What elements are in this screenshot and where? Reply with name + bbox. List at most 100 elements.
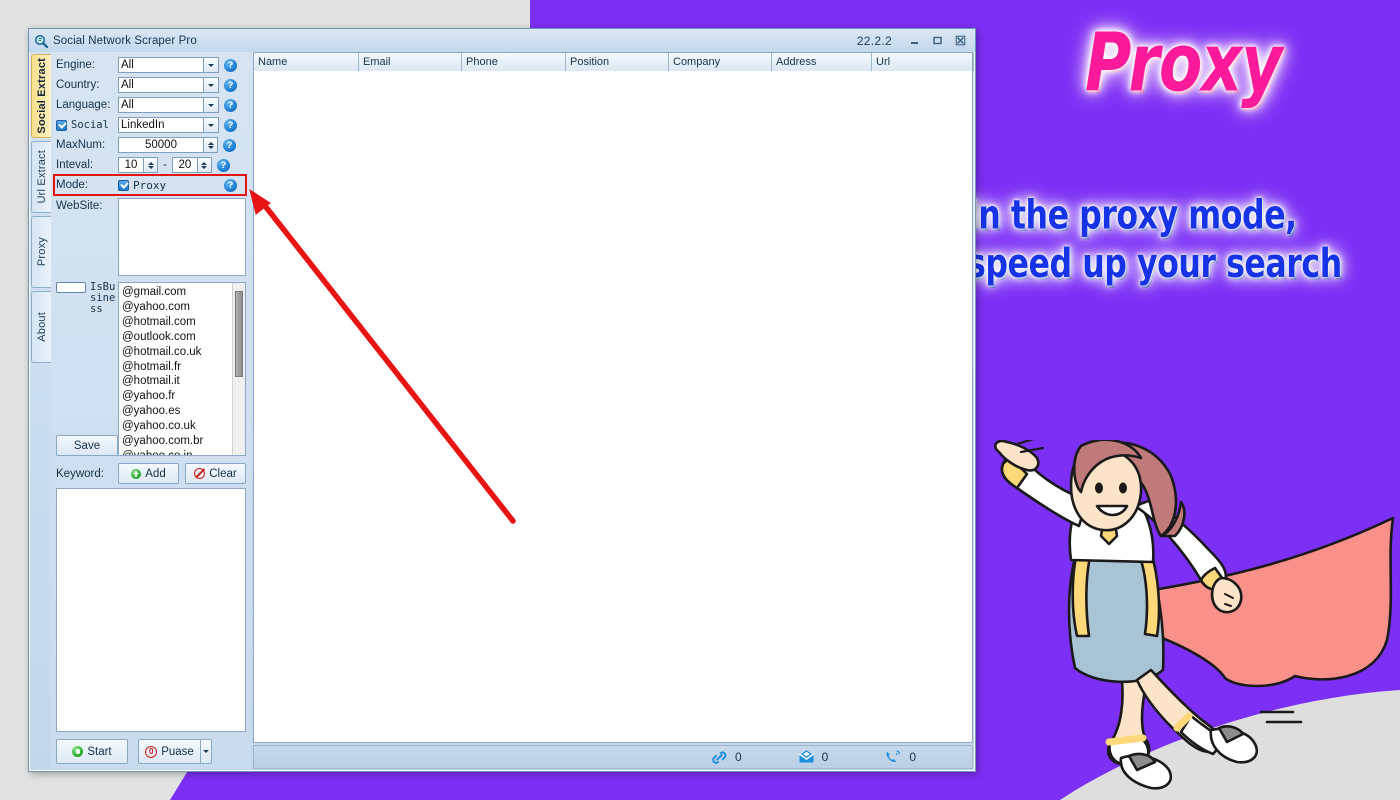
- list-item[interactable]: @gmail.com: [122, 285, 232, 300]
- save-button[interactable]: Save: [56, 435, 118, 456]
- phone-icon: [884, 749, 902, 765]
- column-header-name[interactable]: Name: [254, 53, 359, 71]
- status-count: 0: [909, 750, 916, 764]
- language-help-icon[interactable]: ?: [224, 98, 237, 112]
- plus-circle-icon: [131, 468, 142, 479]
- inteval-separator: -: [163, 159, 167, 171]
- list-item[interactable]: @yahoo.co.uk: [122, 419, 232, 434]
- config-panel: Engine: All ? Country: All ? Language: A…: [51, 52, 251, 769]
- keyword-textarea[interactable]: [56, 488, 246, 732]
- list-item[interactable]: @yahoo.com.br: [122, 434, 232, 449]
- keyword-label: Keyword:: [56, 467, 104, 480]
- social-checkbox[interactable]: [56, 119, 67, 131]
- window-title: Social Network Scraper Pro: [53, 34, 197, 47]
- link-icon: [711, 750, 728, 765]
- column-header-phone[interactable]: Phone: [462, 53, 566, 71]
- maxnum-help-icon[interactable]: ?: [223, 138, 236, 152]
- clear-keyword-button[interactable]: Clear: [185, 463, 246, 484]
- social-dropdown-chevron-down-icon[interactable]: [204, 117, 219, 133]
- sidebar-item-proxy[interactable]: Proxy: [31, 216, 51, 288]
- start-button[interactable]: Start: [56, 739, 128, 764]
- sidebar-item-label: Proxy: [35, 237, 48, 267]
- inteval-from-stepper[interactable]: [144, 157, 158, 173]
- column-header-company[interactable]: Company: [669, 53, 772, 71]
- version-label: 22.2.2: [856, 33, 892, 48]
- inteval-to-stepper[interactable]: [197, 157, 212, 173]
- inteval-from-input[interactable]: 10: [118, 157, 144, 173]
- country-dropdown-chevron-down-icon[interactable]: [204, 77, 219, 93]
- pause-dropdown-chevron-down-icon[interactable]: [200, 739, 212, 764]
- country-help-icon[interactable]: ?: [224, 78, 237, 92]
- email-domain-list[interactable]: @gmail.com @yahoo.com @hotmail.com @outlook…: [119, 283, 232, 455]
- pause-button[interactable]: 0 Puase: [138, 739, 200, 764]
- minimize-icon[interactable]: [904, 33, 925, 48]
- language-select-value[interactable]: All: [118, 97, 204, 113]
- maxnum-stepper[interactable]: [204, 137, 218, 153]
- list-item[interactable]: @hotmail.fr: [122, 360, 232, 375]
- sidebar-item-url-extract[interactable]: Url Extract: [31, 141, 51, 213]
- business-column: IsBusiness Save: [56, 282, 118, 456]
- mode-proxy-label: Proxy: [133, 178, 167, 192]
- list-item[interactable]: @hotmail.com: [122, 315, 232, 330]
- list-item[interactable]: @yahoo.co.in: [122, 449, 232, 455]
- envelope-icon: [798, 749, 815, 765]
- list-item[interactable]: @hotmail.co.uk: [122, 345, 232, 360]
- country-select-value[interactable]: All: [118, 77, 204, 93]
- inteval-help-icon[interactable]: ?: [216, 158, 230, 172]
- status-counter-envelope: 0: [798, 749, 828, 765]
- social-help-icon[interactable]: ?: [224, 118, 237, 132]
- engine-dropdown-chevron-down-icon[interactable]: [204, 57, 219, 73]
- column-header-url[interactable]: Url: [872, 53, 974, 71]
- list-item[interactable]: @yahoo.es: [122, 404, 232, 419]
- mode-proxy-checkbox-group[interactable]: Proxy: [118, 179, 219, 192]
- pause-label: Puase: [161, 745, 194, 758]
- window-titlebar[interactable]: Social Network Scraper Pro 22.2.2: [29, 29, 975, 52]
- clear-keyword-label: Clear: [209, 467, 237, 480]
- sidebar-item-label: Url Extract: [35, 150, 48, 204]
- play-circle-icon: [72, 746, 84, 757]
- stop-circle-icon: 0: [145, 745, 158, 758]
- engine-select-value[interactable]: All: [118, 57, 204, 73]
- promo-title: Proxy: [1085, 16, 1283, 110]
- inteval-label: Inteval:: [56, 159, 94, 171]
- list-item[interactable]: @yahoo.com: [122, 300, 232, 315]
- close-icon[interactable]: [950, 33, 971, 48]
- list-item[interactable]: @outlook.com: [122, 330, 232, 345]
- status-counter-link: 0: [711, 750, 742, 765]
- sidebar-item-about[interactable]: About: [31, 291, 51, 363]
- email-domain-scrollbar[interactable]: [232, 283, 245, 455]
- website-row: WebSite:: [51, 195, 251, 276]
- mode-row: Mode: Proxy ?: [51, 174, 251, 196]
- results-table: Name Email Phone Position Company Address Url: [253, 52, 974, 743]
- column-header-email[interactable]: Email: [359, 53, 462, 71]
- social-checkbox-group[interactable]: Social: [56, 119, 118, 131]
- isbusiness-checkbox[interactable]: [56, 282, 86, 293]
- results-panel: Name Email Phone Position Company Address Url …: [251, 52, 974, 769]
- sidebar-item-label: About: [35, 312, 48, 342]
- engine-help-icon[interactable]: ?: [224, 58, 237, 72]
- language-row: Language: All ?: [51, 95, 251, 115]
- maximize-icon[interactable]: [927, 33, 948, 48]
- ban-circle-icon: [194, 468, 206, 479]
- mode-help-icon[interactable]: ?: [224, 178, 237, 192]
- promo-subtitle-line2: speed up your search: [967, 240, 1342, 289]
- language-dropdown-chevron-down-icon[interactable]: [204, 97, 219, 113]
- column-header-position[interactable]: Position: [566, 53, 669, 71]
- isbusiness-checkbox-group[interactable]: IsBusiness: [56, 282, 118, 315]
- social-network-select-value[interactable]: LinkedIn: [118, 117, 204, 133]
- results-table-body[interactable]: [254, 71, 972, 742]
- website-textarea[interactable]: [118, 198, 246, 276]
- mode-proxy-checkbox[interactable]: [118, 179, 129, 191]
- sidebar-item-social-extract[interactable]: Social Extract: [31, 54, 51, 138]
- column-header-address[interactable]: Address: [772, 53, 872, 71]
- inteval-to-input[interactable]: 20: [171, 157, 198, 173]
- engine-label: Engine:: [56, 59, 96, 71]
- email-domain-listbox[interactable]: @gmail.com @yahoo.com @hotmail.com @outlook…: [118, 282, 246, 456]
- business-domain-row: IsBusiness Save @gmail.com @yahoo.com @hot…: [51, 276, 251, 456]
- maxnum-input[interactable]: 50000: [118, 137, 204, 153]
- list-item[interactable]: @hotmail.it: [122, 374, 232, 389]
- add-keyword-button[interactable]: Add: [118, 463, 179, 484]
- maxnum-label: MaxNum:: [56, 139, 106, 151]
- engine-row: Engine: All ?: [51, 55, 251, 75]
- list-item[interactable]: @yahoo.fr: [122, 389, 232, 404]
